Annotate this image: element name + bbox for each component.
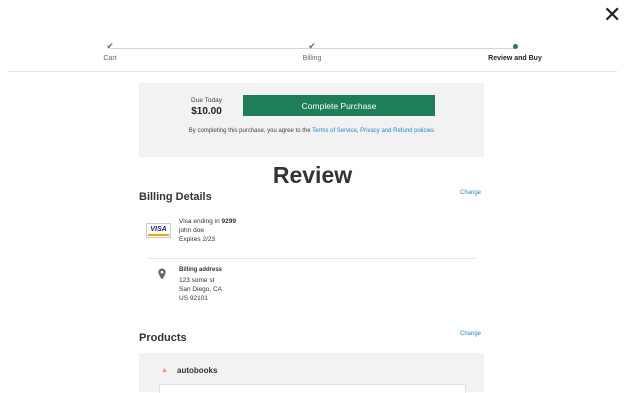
checkout-stepper: ✔ Cart ✔ Billing Review and Buy <box>0 40 625 74</box>
product-group: ▲ autobooks <box>139 353 484 393</box>
billing-details-title: Billing Details <box>139 191 212 203</box>
card-ending-label: Visa ending in <box>179 218 220 225</box>
address-line3: US 92101 <box>179 295 208 302</box>
card-expiry: Expires 2/23 <box>179 236 216 243</box>
step-label: Review and Buy <box>488 55 542 62</box>
due-today: Due Today $10.00 <box>184 97 229 117</box>
card-brand: VISA <box>150 226 167 233</box>
billing-change-link[interactable]: Change <box>460 190 481 196</box>
products-change-link[interactable]: Change <box>460 331 481 337</box>
current-step-dot-icon <box>512 44 518 49</box>
due-label: Due Today <box>191 97 222 104</box>
visa-icon: VISA <box>146 223 171 238</box>
check-icon: ✔ <box>106 41 114 51</box>
section-divider <box>149 258 475 259</box>
collapse-toggle-icon[interactable]: ▲ <box>161 367 168 374</box>
address-line1: 123 some st <box>179 277 215 284</box>
address-line2: San Diego, CA <box>179 286 222 293</box>
step-billing[interactable]: ✔ Billing <box>252 40 372 62</box>
terms-prefix: By completing this purchase, you agree t… <box>188 128 311 134</box>
terms-of-service-link[interactable]: Terms of Service <box>312 128 357 134</box>
step-cart[interactable]: ✔ Cart <box>50 40 170 62</box>
step-review-and-buy: Review and Buy <box>455 40 575 62</box>
page-title: Review <box>272 162 353 188</box>
step-label: Cart <box>103 55 117 62</box>
location-pin-icon <box>158 268 166 280</box>
stepper-divider <box>8 71 617 72</box>
product-name: autobooks <box>177 366 218 375</box>
products-title: Products <box>139 332 187 344</box>
close-icon[interactable]: ✕ <box>603 4 621 26</box>
address-heading: Billing address <box>179 267 223 273</box>
terms-separator: , <box>356 128 359 134</box>
check-icon: ✔ <box>308 41 316 51</box>
step-label: Billing <box>302 55 322 62</box>
cardholder-name: john doe <box>179 227 204 234</box>
due-amount: $10.00 <box>191 106 222 117</box>
privacy-refund-link[interactable]: Privacy and Refund policies <box>360 128 434 134</box>
purchase-panel: Due Today $10.00 Complete Purchase By co… <box>139 83 484 157</box>
complete-purchase-button[interactable]: Complete Purchase <box>243 95 435 116</box>
terms-text: By completing this purchase, you agree t… <box>179 126 444 136</box>
card-last4: 9299 <box>221 218 236 225</box>
card-details: Visa ending in 9299 john doe Expires 2/2… <box>179 217 329 244</box>
address-text: Billing address 123 some st San Diego, C… <box>179 266 329 303</box>
